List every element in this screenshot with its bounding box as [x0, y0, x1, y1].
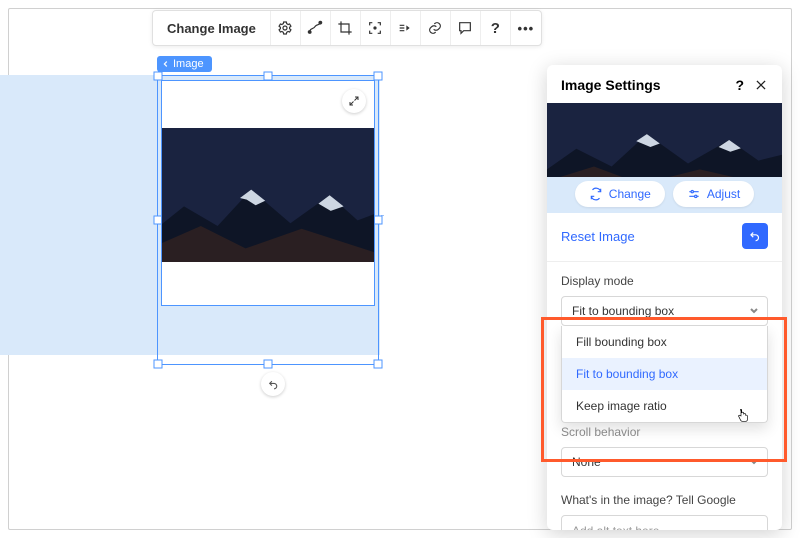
panel-help-button[interactable]: ?	[735, 77, 744, 93]
handle-se[interactable]	[374, 360, 383, 369]
expand-button[interactable]	[342, 89, 366, 113]
display-mode-value: Fit to bounding box	[572, 304, 674, 318]
link-button[interactable]	[421, 11, 451, 45]
settings-button[interactable]	[271, 11, 301, 45]
more-button[interactable]: •••	[511, 11, 541, 45]
comment-icon	[457, 20, 473, 36]
chevron-down-icon	[749, 455, 759, 469]
alt-label: What's in the image? Tell Google	[561, 493, 768, 507]
image-settings-panel: Image Settings ? Change Adjust Reset Ima…	[547, 65, 782, 530]
crop-icon	[337, 20, 353, 36]
path-icon	[307, 20, 323, 36]
scroll-label: Scroll behavior	[561, 425, 768, 439]
comment-button[interactable]	[451, 11, 481, 45]
option-keep[interactable]: Keep image ratio	[562, 390, 767, 422]
crop-button[interactable]	[331, 11, 361, 45]
preview-image	[547, 103, 782, 177]
image-box[interactable]	[161, 80, 375, 306]
dots-icon: •••	[518, 21, 535, 36]
panel-preview: Change Adjust	[547, 103, 782, 213]
scroll-section: Scroll behavior None	[547, 423, 782, 477]
reset-button[interactable]	[742, 223, 768, 249]
preview-actions: Change Adjust	[547, 177, 782, 213]
alt-section: What's in the image? Tell Google Add alt…	[547, 477, 782, 530]
swap-icon	[589, 187, 603, 201]
focal-button[interactable]	[361, 11, 391, 45]
reset-link[interactable]: Reset Image	[561, 229, 635, 244]
close-icon[interactable]	[754, 78, 768, 92]
change-button[interactable]: Change	[575, 181, 665, 207]
link-icon	[427, 20, 443, 36]
adjust-label: Adjust	[707, 187, 740, 201]
display-mode-label: Display mode	[561, 274, 768, 288]
scroll-select[interactable]: None	[561, 447, 768, 477]
undo-chip[interactable]	[261, 372, 285, 396]
display-mode-section: Display mode Fit to bounding box Fill bo…	[547, 262, 782, 423]
sliders-icon	[687, 187, 701, 201]
handle-s[interactable]	[264, 360, 273, 369]
expand-icon	[348, 95, 360, 107]
reset-row: Reset Image	[547, 213, 782, 262]
panel-title: Image Settings	[561, 77, 661, 93]
option-fit[interactable]: Fit to bounding box	[562, 358, 767, 390]
image-toolbar: Change Image ? •••	[152, 10, 542, 46]
option-fill[interactable]: Fill bounding box	[562, 326, 767, 358]
element-tag[interactable]: Image	[157, 56, 212, 72]
scroll-value: None	[572, 455, 601, 469]
image-content	[162, 128, 374, 262]
chevron-down-icon	[749, 304, 759, 318]
revert-icon	[748, 229, 762, 243]
mask-button[interactable]	[391, 11, 421, 45]
change-label: Change	[609, 187, 651, 201]
question-icon: ?	[491, 20, 500, 37]
panel-header: Image Settings ?	[547, 65, 782, 103]
undo-icon	[267, 378, 280, 391]
chevron-left-icon	[162, 60, 170, 68]
element-tag-label: Image	[173, 58, 204, 70]
animation-button[interactable]	[301, 11, 331, 45]
help-button[interactable]: ?	[481, 11, 511, 45]
display-mode-select[interactable]: Fit to bounding box	[561, 296, 768, 326]
change-image-button[interactable]: Change Image	[153, 11, 271, 45]
handle-sw[interactable]	[154, 360, 163, 369]
mask-icon	[397, 20, 413, 36]
gear-icon	[277, 20, 293, 36]
alt-text-input[interactable]: Add alt text here	[561, 515, 768, 530]
adjust-button[interactable]: Adjust	[673, 181, 754, 207]
scan-icon	[367, 20, 383, 36]
display-mode-dropdown: Fill bounding box Fit to bounding box Ke…	[561, 326, 768, 423]
